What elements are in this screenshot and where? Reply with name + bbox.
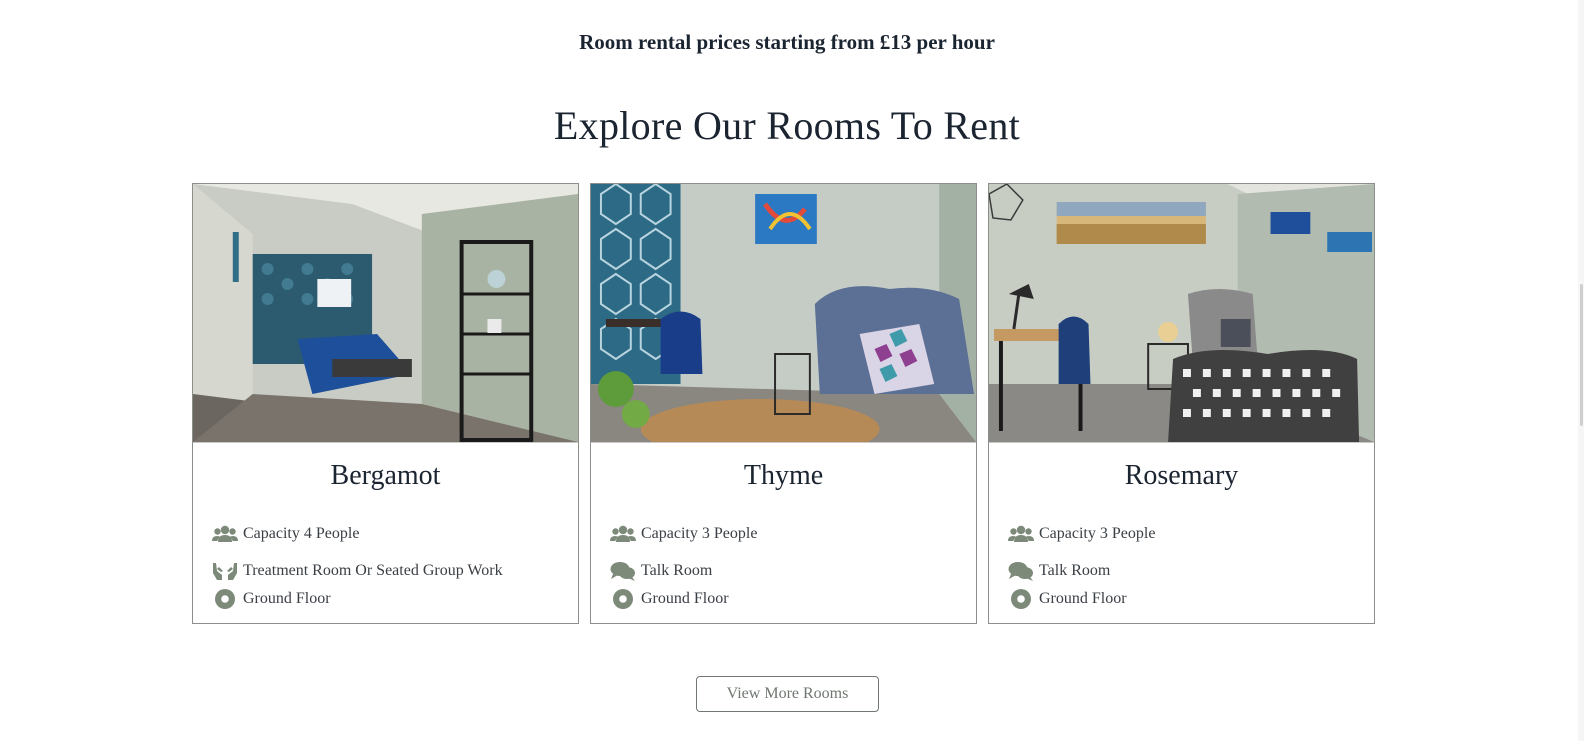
capacity-row: Capacity 3 People — [1008, 520, 1374, 548]
location-dot-icon — [1008, 588, 1034, 610]
hands-icon — [212, 560, 238, 582]
floor-row: Ground Floor — [212, 585, 578, 613]
use-row: Talk Room — [1008, 557, 1374, 585]
users-icon — [610, 523, 636, 545]
room-card-bergamot[interactable]: Bergamot Capacity 4 People Treatment Roo… — [192, 183, 579, 624]
room-card-rosemary[interactable]: Rosemary Capacity 3 People Talk Room Gro… — [988, 183, 1375, 624]
pricing-text: Room rental prices starting from £13 per… — [579, 30, 995, 54]
use-row: Treatment Room Or Seated Group Work — [212, 557, 578, 585]
capacity-row: Capacity 3 People — [610, 520, 976, 548]
room-features: Capacity 3 People Talk Room Ground Floor — [989, 520, 1374, 613]
use-text: Talk Room — [1039, 562, 1111, 579]
room-card-thyme[interactable]: Thyme Capacity 3 People Talk Room Ground… — [590, 183, 977, 624]
capacity-text: Capacity 4 People — [243, 525, 360, 542]
users-icon — [212, 523, 238, 545]
room-photo-bergamot[interactable] — [193, 184, 578, 443]
location-dot-icon — [212, 588, 238, 610]
floor-row: Ground Floor — [1008, 585, 1374, 613]
floor-text: Ground Floor — [1039, 590, 1127, 607]
floor-text: Ground Floor — [641, 590, 729, 607]
chat-icon — [1008, 560, 1034, 582]
use-text: Talk Room — [641, 562, 713, 579]
floor-text: Ground Floor — [243, 590, 331, 607]
capacity-text: Capacity 3 People — [1039, 525, 1156, 542]
view-more-rooms-button[interactable]: View More Rooms — [696, 676, 879, 712]
room-features: Capacity 3 People Talk Room Ground Floor — [591, 520, 976, 613]
scrollbar-thumb[interactable] — [1580, 284, 1583, 426]
room-name[interactable]: Thyme — [591, 460, 976, 502]
room-cards: Bergamot Capacity 4 People Treatment Roo… — [192, 183, 1375, 624]
capacity-text: Capacity 3 People — [641, 525, 758, 542]
use-text: Treatment Room Or Seated Group Work — [243, 562, 503, 579]
room-name[interactable]: Rosemary — [989, 460, 1374, 502]
location-dot-icon — [610, 588, 636, 610]
room-photo-thyme[interactable] — [591, 184, 976, 443]
section-title: Explore Our Rooms To Rent — [553, 103, 1021, 148]
room-photo-rosemary[interactable] — [989, 184, 1374, 443]
room-features: Capacity 4 People Treatment Room Or Seat… — [193, 520, 578, 613]
users-icon — [1008, 523, 1034, 545]
floor-row: Ground Floor — [610, 585, 976, 613]
chat-icon — [610, 560, 636, 582]
page-scrollbar[interactable] — [1578, 0, 1584, 741]
use-row: Talk Room — [610, 557, 976, 585]
room-name[interactable]: Bergamot — [193, 460, 578, 502]
capacity-row: Capacity 4 People — [212, 520, 578, 548]
